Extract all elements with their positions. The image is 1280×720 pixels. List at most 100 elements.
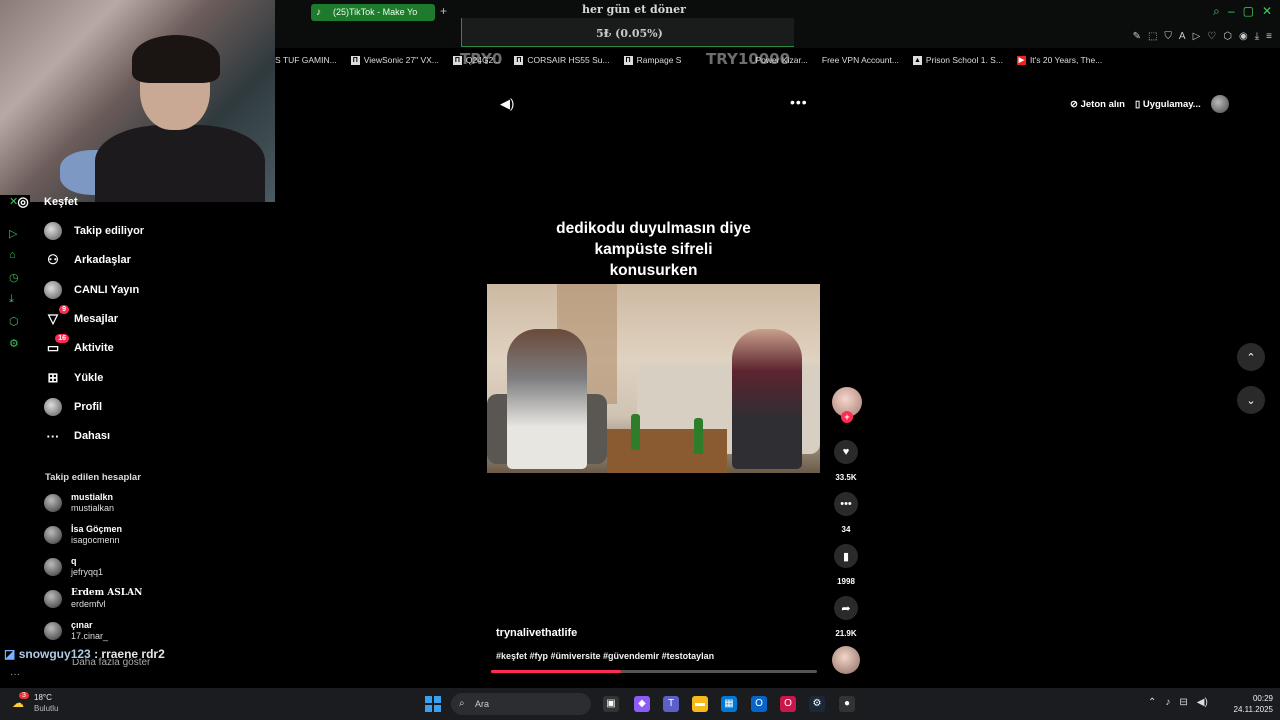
browser-tab[interactable]: ♪ (25)TikTok - Make Yo <box>311 4 435 21</box>
sidebar-item-label: Yükle <box>74 372 104 384</box>
list-item[interactable]: mustialkn mustialkan <box>44 490 114 516</box>
previous-video-button[interactable]: ⌃ <box>1237 343 1265 371</box>
outlook-icon[interactable]: O <box>751 696 767 712</box>
comment-icon[interactable]: ••• <box>834 492 858 516</box>
taskbar-search[interactable]: ⌕ Ara <box>451 693 591 715</box>
heart-icon[interactable]: ♥ <box>834 440 858 464</box>
weather-temperature[interactable]: 18°C <box>34 693 52 702</box>
music-disc[interactable] <box>832 646 860 674</box>
heart-icon[interactable]: ♡ <box>1207 31 1216 42</box>
store-icon[interactable]: ▦ <box>721 696 737 712</box>
bookmark[interactable]: Π Rampage S <box>623 52 681 68</box>
bookmark[interactable]: Π CORSAIR HS55 Su... <box>514 52 610 68</box>
list-item[interactable]: İsa Göçmen isagocmenn <box>44 522 122 548</box>
bookmark[interactable]: ▲ Prison School 1. S... <box>912 52 1003 68</box>
menu-icon[interactable]: ≡ <box>1266 31 1272 42</box>
video-player[interactable] <box>487 284 820 473</box>
video-caption: dedikodu duyulmasın diye kampüste sifrel… <box>556 220 751 279</box>
screenshot-icon[interactable]: ⬚ <box>1148 31 1157 42</box>
pin-icon[interactable]: ✎ <box>1133 31 1141 42</box>
sidebar-item-explore[interactable]: ◎ Keşfet <box>14 191 77 213</box>
chat-icon: ◪ <box>4 647 16 661</box>
maximize-icon[interactable]: ▢ <box>1243 4 1254 19</box>
chat-message: ◪ snowguy123 : rraene rdr2 <box>4 647 165 661</box>
goal-max-label: TRY10000 <box>706 50 791 68</box>
app-icon[interactable]: ● <box>839 696 855 712</box>
follow-button[interactable]: + <box>841 411 853 423</box>
teams-icon[interactable]: T <box>663 696 679 712</box>
search-icon[interactable]: ⌕ <box>1213 4 1220 19</box>
window-controls: ⌕ – ▢ ✕ <box>1213 4 1272 19</box>
account-username: jefryqq1 <box>71 567 104 577</box>
bookmark-icon: ▲ <box>912 55 922 65</box>
get-coins-button[interactable]: ⊘ Jeton alın <box>1070 99 1125 110</box>
microphone-icon[interactable]: ♪ <box>1165 697 1170 708</box>
task-view-icon[interactable]: ▣ <box>603 696 619 712</box>
account-username: erdemfvl <box>71 599 106 609</box>
video-progress-bar[interactable] <box>491 670 817 673</box>
list-item[interactable]: Erdem ASLAN erdemfvl <box>44 586 142 612</box>
pin-icon[interactable]: ⌂ <box>9 249 16 261</box>
sidebar-item-profile[interactable]: Profil <box>44 396 102 418</box>
bookmark-icon[interactable]: ▮ <box>834 544 858 568</box>
sidebar-item-friends[interactable]: ⚇ Arkadaşlar <box>44 249 131 271</box>
bookmark-icon: Π <box>623 55 633 65</box>
steam-icon[interactable]: ⚙ <box>809 696 825 712</box>
bookmark[interactable]: S TUF GAMIN... <box>275 52 337 68</box>
new-tab-button[interactable]: + <box>440 4 447 18</box>
video-hashtags[interactable]: #keşfet #fyp #ümiversite #güvendemir #te… <box>496 651 714 661</box>
copilot-icon[interactable]: ◆ <box>634 696 650 712</box>
compass-icon: ◎ <box>17 194 29 209</box>
avatar[interactable] <box>1210 95 1229 113</box>
activity-icon: ▭ 16 <box>44 334 69 357</box>
messages-icon: ▽ 9 <box>44 305 69 328</box>
chevron-up-icon[interactable]: ⌃ <box>1148 697 1156 708</box>
extensions-icon[interactable]: ⬡ <box>1223 31 1232 42</box>
chat-text: : rraene rdr2 <box>94 647 165 661</box>
volume-icon[interactable]: ◀) <box>500 96 514 112</box>
download-icon[interactable]: ⤓ <box>9 293 14 306</box>
bookmark[interactable]: ▶ It's 20 Years, The... <box>1016 52 1102 68</box>
notification-badge: 9 <box>59 305 69 314</box>
sidebar-item-live[interactable]: CANLI Yayın <box>44 279 139 301</box>
sidebar-item-upload[interactable]: ⊞ Yükle <box>44 367 104 389</box>
share-icon[interactable]: ➦ <box>834 596 858 620</box>
more-icon[interactable]: ··· <box>10 669 20 680</box>
translate-icon[interactable]: A <box>1179 31 1186 42</box>
file-explorer-icon[interactable]: ▬ <box>692 696 708 712</box>
sidebar-item-more[interactable]: ··· Dahası <box>44 425 111 447</box>
like-count: 33.5K <box>835 473 857 482</box>
play-icon[interactable]: ▷ <box>9 227 17 240</box>
profile-icon[interactable]: ◉ <box>1239 31 1248 42</box>
donation-goal-title: her gün et döner <box>582 3 686 16</box>
opera-icon[interactable]: O <box>780 696 796 712</box>
history-icon[interactable]: ◷ <box>9 271 19 284</box>
shield-icon[interactable]: ⛉ <box>1164 31 1172 42</box>
sidebar-item-label: CANLI Yayın <box>74 284 140 296</box>
bookmark[interactable]: Free VPN Account... <box>822 52 899 68</box>
sidebar-item-following[interactable]: Takip ediliyor <box>44 220 144 242</box>
network-icon[interactable]: ⊟ <box>1179 697 1187 708</box>
profile-avatar <box>44 398 62 416</box>
webcam-feed <box>0 0 275 202</box>
close-icon[interactable]: ✕ <box>1262 4 1272 19</box>
more-options-icon[interactable]: ••• <box>790 94 808 110</box>
download-icon[interactable]: ⤓ <box>1255 31 1259 42</box>
play-icon[interactable]: ▷ <box>1193 31 1201 42</box>
next-video-button[interactable]: ⌄ <box>1237 386 1265 414</box>
get-app-button[interactable]: ▯ Uygulamay... <box>1135 99 1201 110</box>
video-author[interactable]: trynalivethatlife <box>496 627 577 639</box>
avatar <box>44 558 62 576</box>
extensions-icon[interactable]: ⬡ <box>9 315 19 328</box>
chat-username: snowguy123 <box>18 647 91 661</box>
sidebar-item-messages[interactable]: ▽ 9 Mesajlar <box>44 305 118 330</box>
volume-icon[interactable]: ◀) <box>1197 697 1208 708</box>
windows-start-button[interactable] <box>425 696 441 712</box>
system-clock[interactable]: 00:29 24.11.2025 <box>1225 693 1273 715</box>
sidebar-item-activity[interactable]: ▭ 16 Aktivite <box>44 334 114 359</box>
settings-icon[interactable]: ⚙ <box>9 337 19 350</box>
bookmark[interactable]: Π ViewSonic 27" VX... <box>350 52 439 68</box>
list-item[interactable]: q jefryqq1 <box>44 554 103 580</box>
list-item[interactable]: çınar 17.cinar_ <box>44 618 108 644</box>
minimize-icon[interactable]: – <box>1228 4 1235 19</box>
